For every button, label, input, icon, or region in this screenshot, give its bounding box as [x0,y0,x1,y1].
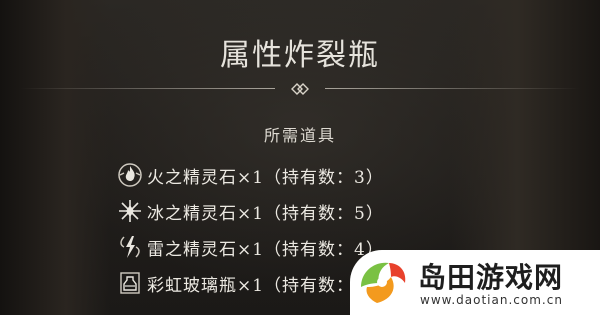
required-item-label: 冰之精灵石×1（持有数：5） [147,203,384,224]
daotian-logo-icon [361,262,406,303]
fire-spirit-stone-icon [118,163,142,187]
required-items-label: 所需道具 [263,126,336,145]
rainbow-glass-bottle-icon [120,272,140,294]
watermark-url: www.daotian.com.cn [420,293,563,307]
required-item-label: 火之精灵石×1（持有数：3） [147,167,384,188]
required-item-label: 彩虹玻璃瓶×1（持有数：1） [147,275,384,296]
title-divider [20,83,580,95]
watermark-site-name: 岛田游戏网 [418,261,564,294]
thunder-spirit-stone-icon [120,236,140,258]
required-item-fire: 火之精灵石×1（持有数：3） [115,157,495,193]
required-item-label: 雷之精灵石×1（持有数：4） [147,239,384,260]
divider-ornament-icon [291,83,309,95]
required-item-ice: 冰之精灵石×1（持有数：5） [115,193,495,229]
dialog-title: 属性炸裂瓶 [220,38,380,73]
ice-spirit-stone-icon [119,200,141,222]
